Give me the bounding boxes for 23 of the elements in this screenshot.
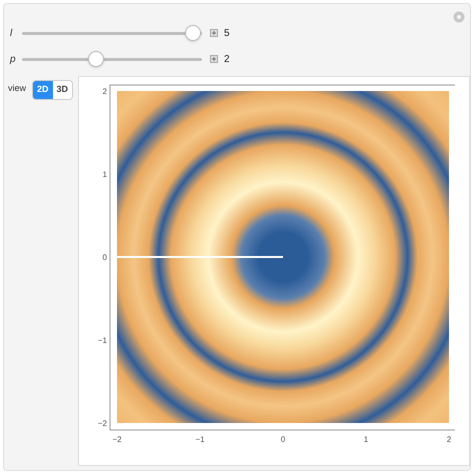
y-tick-label: 1 bbox=[102, 170, 107, 179]
plus-icon[interactable] bbox=[210, 55, 218, 63]
slider-thumb[interactable] bbox=[88, 51, 104, 67]
x-tick-label: 1 bbox=[364, 435, 368, 444]
y-tick-label: −1 bbox=[98, 336, 107, 345]
plus-icon[interactable] bbox=[210, 29, 218, 37]
x-tick-label: −2 bbox=[112, 435, 122, 444]
y-tick-label: −2 bbox=[98, 419, 107, 428]
settings-icon[interactable] bbox=[453, 11, 465, 23]
slider-thumb[interactable] bbox=[185, 25, 201, 41]
y-tick-label: 2 bbox=[102, 87, 107, 96]
x-tick-label: −1 bbox=[195, 435, 205, 444]
view-label: view bbox=[8, 82, 26, 95]
slider[interactable] bbox=[22, 24, 202, 42]
x-tick-label: 0 bbox=[280, 435, 286, 444]
slider-value: 2 bbox=[224, 52, 230, 66]
slider-value: 5 bbox=[224, 26, 230, 40]
x-tick-label: 2 bbox=[446, 435, 452, 444]
view-tab[interactable]: 3D bbox=[52, 81, 72, 99]
slider-label: p bbox=[10, 52, 17, 66]
slider-label: l bbox=[10, 26, 14, 40]
slider[interactable] bbox=[22, 50, 202, 68]
y-tick-label: 0 bbox=[102, 253, 107, 262]
